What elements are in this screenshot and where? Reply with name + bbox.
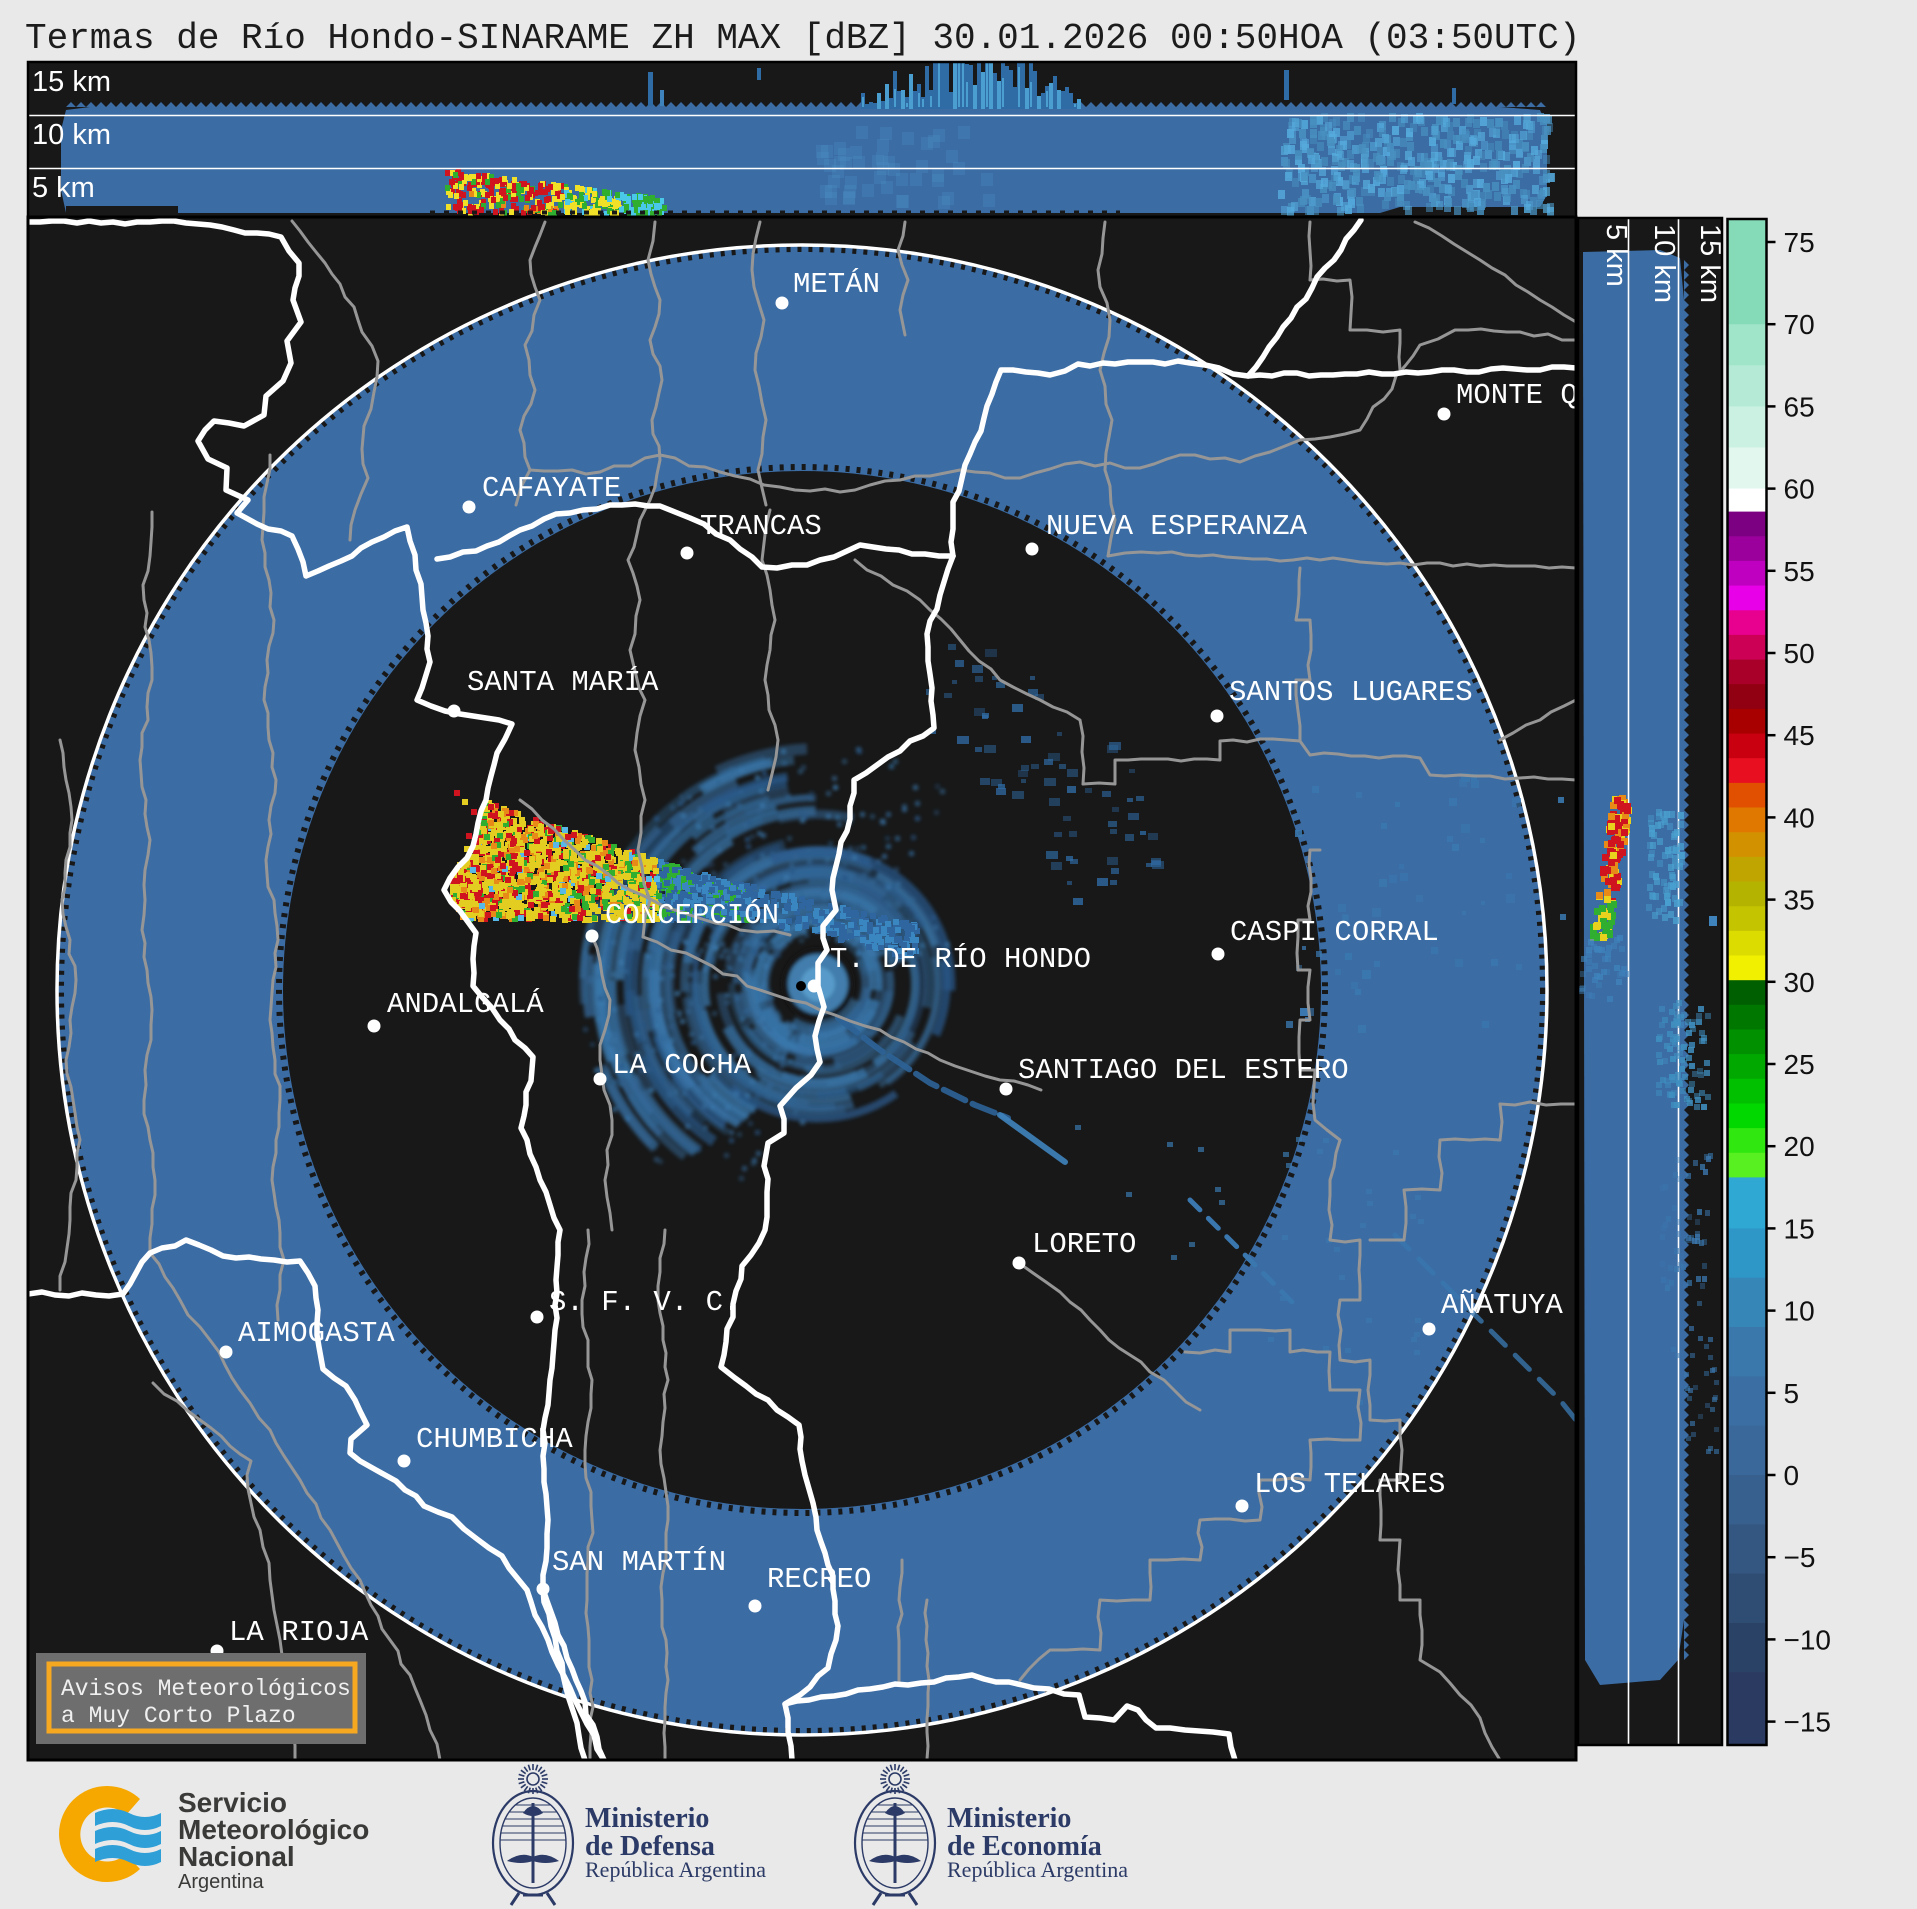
svg-text:−15: −15 (1784, 1707, 1832, 1738)
svg-text:55: 55 (1784, 556, 1815, 587)
svg-text:República Argentina: República Argentina (947, 1857, 1128, 1882)
svg-text:SAN MARTÍN: SAN MARTÍN (552, 1545, 726, 1579)
svg-text:15 km: 15 km (32, 66, 111, 98)
svg-text:ANDALGALÁ: ANDALGALÁ (387, 987, 544, 1021)
svg-text:Termas de Río Hondo-SINARAME Z: Termas de Río Hondo-SINARAME ZH MAX [dBZ… (25, 18, 1580, 59)
svg-text:AIMOGASTA: AIMOGASTA (238, 1317, 395, 1350)
svg-text:75: 75 (1784, 227, 1815, 258)
svg-text:60: 60 (1784, 474, 1815, 505)
svg-text:S. F. V. C.: S. F. V. C. (549, 1286, 740, 1319)
svg-text:República Argentina: República Argentina (585, 1857, 766, 1882)
svg-text:30: 30 (1784, 967, 1815, 998)
svg-text:10 km: 10 km (1648, 224, 1680, 303)
svg-text:Ministerio: Ministerio (947, 1803, 1071, 1834)
svg-text:CHUMBICHA: CHUMBICHA (416, 1423, 573, 1456)
svg-text:20: 20 (1784, 1131, 1815, 1162)
svg-text:LA RIOJA: LA RIOJA (229, 1616, 369, 1649)
svg-text:a Muy Corto Plazo: a Muy Corto Plazo (61, 1703, 296, 1729)
svg-text:Nacional: Nacional (178, 1841, 295, 1872)
svg-text:35: 35 (1784, 885, 1815, 916)
svg-text:50: 50 (1784, 638, 1815, 669)
svg-text:TRANCAS: TRANCAS (700, 510, 822, 543)
svg-text:5 km: 5 km (32, 172, 95, 204)
svg-text:LORETO: LORETO (1032, 1228, 1136, 1261)
svg-text:70: 70 (1784, 309, 1815, 340)
svg-text:25: 25 (1784, 1049, 1815, 1080)
svg-text:5: 5 (1784, 1378, 1800, 1409)
svg-text:Avisos Meteorológicos: Avisos Meteorológicos (61, 1676, 351, 1702)
svg-text:CONCEPCIÓN: CONCEPCIÓN (605, 898, 779, 932)
svg-text:10: 10 (1784, 1296, 1815, 1327)
svg-text:0: 0 (1784, 1460, 1800, 1491)
svg-text:NUEVA ESPERANZA: NUEVA ESPERANZA (1046, 510, 1308, 543)
svg-text:65: 65 (1784, 391, 1815, 422)
svg-text:LA COCHA: LA COCHA (612, 1049, 752, 1082)
svg-text:−10: −10 (1784, 1624, 1832, 1655)
svg-text:T. DE RÍO HONDO: T. DE RÍO HONDO (830, 942, 1091, 976)
svg-text:RECREO: RECREO (767, 1563, 871, 1596)
svg-text:Argentina: Argentina (178, 1871, 264, 1893)
svg-text:−5: −5 (1784, 1542, 1816, 1573)
svg-text:SANTOS LUGARES: SANTOS LUGARES (1229, 676, 1473, 709)
svg-text:Ministerio: Ministerio (585, 1803, 709, 1834)
svg-text:5 km: 5 km (1600, 224, 1632, 287)
svg-text:10 km: 10 km (32, 119, 111, 151)
svg-text:LOS TELARES: LOS TELARES (1254, 1468, 1445, 1501)
svg-text:METÁN: METÁN (793, 267, 880, 301)
svg-text:40: 40 (1784, 802, 1815, 833)
svg-text:15: 15 (1784, 1213, 1815, 1244)
svg-text:CASPI CORRAL: CASPI CORRAL (1230, 916, 1439, 949)
svg-text:SANTIAGO DEL ESTERO: SANTIAGO DEL ESTERO (1018, 1054, 1349, 1087)
svg-text:CAFAYATE: CAFAYATE (482, 472, 621, 505)
svg-text:SANTA MARÍA: SANTA MARÍA (467, 665, 659, 699)
svg-text:AÑATUYA: AÑATUYA (1441, 1288, 1563, 1322)
svg-text:45: 45 (1784, 720, 1815, 751)
